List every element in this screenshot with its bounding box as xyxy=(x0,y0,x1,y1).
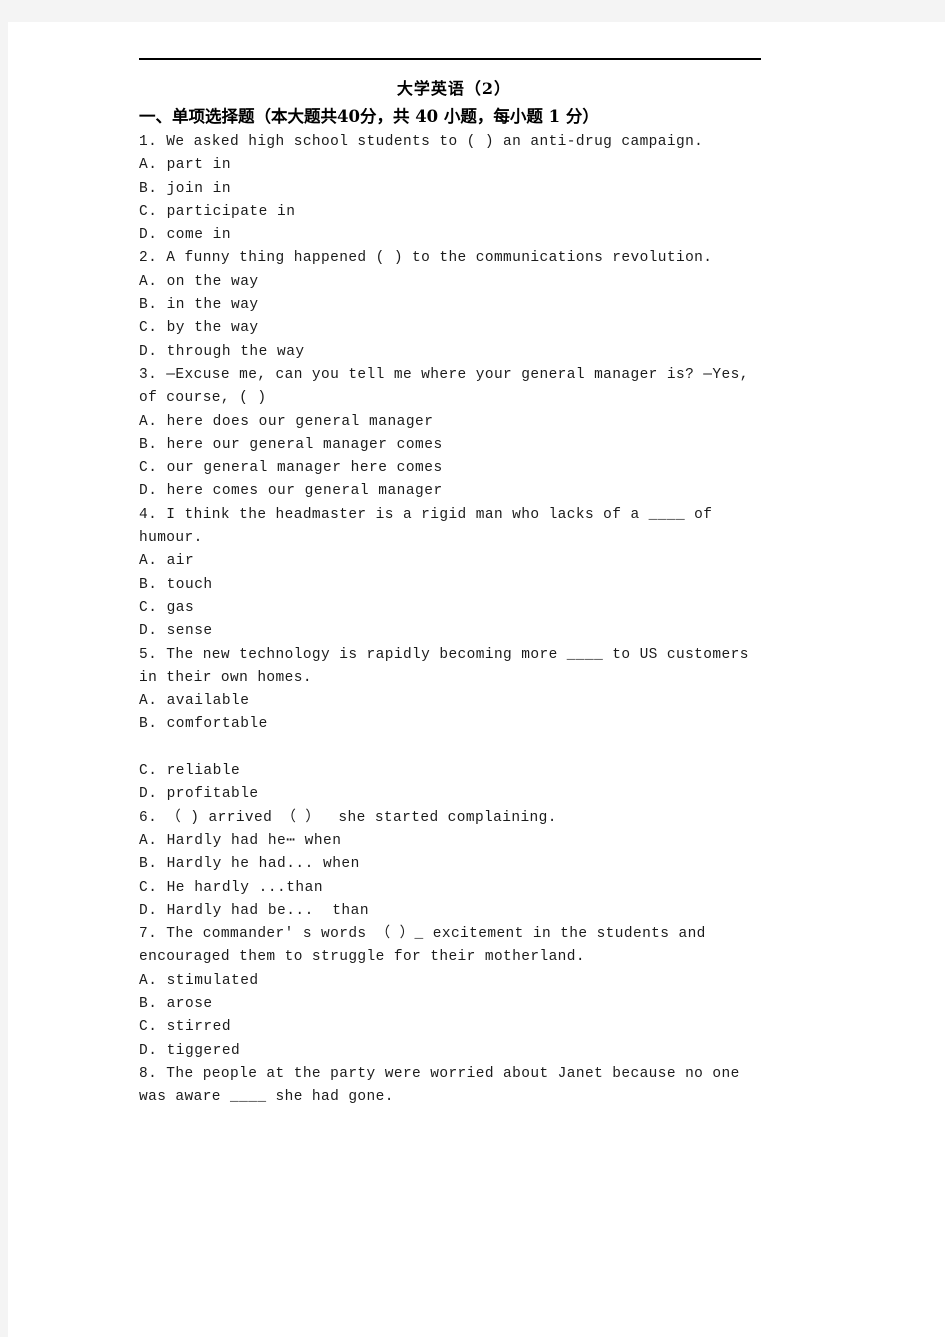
page-gutter-top xyxy=(0,0,945,22)
option-line: D. here comes our general manager xyxy=(139,483,443,500)
option-line: C. stirred xyxy=(139,1019,232,1036)
question-line: 5. The new technology is rapidly becomin… xyxy=(139,646,758,686)
section-heading: 一、单项选择题（本大题共40分，共 40 小题，每小题 1 分） xyxy=(139,107,599,126)
option-line: C. He hardly ...than xyxy=(139,879,324,896)
question-line: 6. （ ) arrived （ ） she started complaini… xyxy=(139,809,557,826)
option-line: D. sense xyxy=(139,623,213,640)
page-gutter-left xyxy=(0,22,8,1337)
option-line: A. part in xyxy=(139,157,232,174)
option-line: A. Hardly had he⋯ when xyxy=(139,832,342,849)
question-line: 4. I think the headmaster is a rigid man… xyxy=(139,506,722,547)
question-line: 1. We asked high school students to ( ) … xyxy=(139,134,704,150)
question-line: 2. A funny thing happened ( ) to the com… xyxy=(139,250,713,267)
option-line: A. stimulated xyxy=(139,972,259,989)
option-line: B. arose xyxy=(139,995,213,1012)
option-line: C. by the way xyxy=(139,320,259,337)
document-page: 大学英语（2） 一、单项选择题（本大题共40分，共 40 小题，每小题 1 分）… xyxy=(8,22,945,1337)
option-line: B. in the way xyxy=(139,297,259,314)
option-line: D. profitable xyxy=(139,786,259,803)
question-list: 1. We asked high school students to ( ) … xyxy=(139,131,769,1109)
option-line: A. here does our general manager xyxy=(139,413,434,430)
option-line: B. Hardly he had... when xyxy=(139,856,360,873)
option-line: D. tiggered xyxy=(139,1042,241,1059)
question-line: 8. The people at the party were worried … xyxy=(139,1065,749,1106)
line-spacer xyxy=(139,737,769,760)
option-line: B. comfortable xyxy=(139,716,268,733)
question-line: 7. The commander' s words （ ）_ excitemen… xyxy=(139,926,715,966)
option-line: B. touch xyxy=(139,576,213,593)
option-line: D. Hardly had be... than xyxy=(139,902,370,919)
option-line: C. participate in xyxy=(139,203,296,220)
option-line: A. on the way xyxy=(139,273,259,290)
option-line: C. our general manager here comes xyxy=(139,460,443,477)
option-line: B. join in xyxy=(139,180,232,197)
page-title: 大学英语（2） xyxy=(396,79,512,98)
document-content: 大学英语（2） 一、单项选择题（本大题共40分，共 40 小题，每小题 1 分）… xyxy=(139,58,769,1109)
option-line: B. here our general manager comes xyxy=(139,436,443,453)
question-line: 3. —Excuse me, can you tell me where you… xyxy=(139,366,758,407)
option-line: D. through the way xyxy=(139,343,305,360)
option-line: D. come in xyxy=(139,227,232,244)
option-line: A. air xyxy=(139,553,195,570)
option-line: C. gas xyxy=(139,599,195,616)
header-divider xyxy=(139,58,761,60)
option-line: A. available xyxy=(139,693,250,710)
option-line: C. reliable xyxy=(139,763,241,780)
